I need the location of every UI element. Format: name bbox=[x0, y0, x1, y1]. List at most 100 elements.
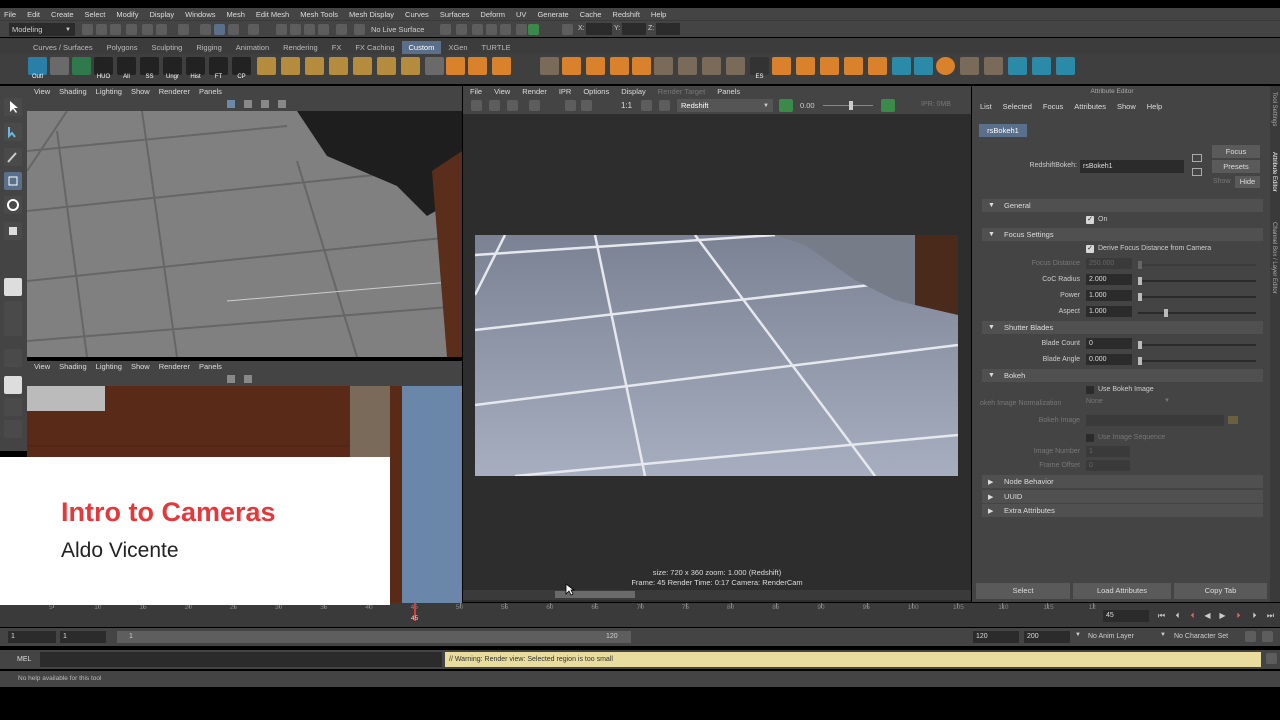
viewport-menu-show[interactable]: Show bbox=[131, 362, 150, 371]
viewport-menu-view[interactable]: View bbox=[34, 362, 50, 371]
shelf-tool-icon[interactable] bbox=[72, 57, 91, 75]
animation-start-field[interactable]: 1 bbox=[8, 631, 56, 643]
section-general[interactable]: ▼ General bbox=[982, 199, 1263, 212]
save-icon[interactable] bbox=[126, 24, 137, 35]
center-pivot-icon[interactable]: CP bbox=[232, 57, 251, 80]
select-tool-icon[interactable] bbox=[4, 98, 22, 116]
slider-knob[interactable] bbox=[1138, 277, 1142, 285]
poly-tool-icon[interactable] bbox=[632, 57, 651, 75]
slider-knob[interactable] bbox=[1138, 357, 1142, 365]
load-attributes-button[interactable]: Load Attributes bbox=[1073, 583, 1171, 599]
render-menu-panels[interactable]: Panels bbox=[717, 87, 740, 96]
script-editor-icon[interactable] bbox=[1266, 653, 1277, 664]
focus-input-icon[interactable] bbox=[1192, 154, 1202, 162]
viewport-tool-icon[interactable] bbox=[227, 375, 235, 383]
snapshot-icon[interactable] bbox=[507, 100, 518, 111]
poly-tool-icon[interactable] bbox=[281, 57, 300, 75]
y-field[interactable] bbox=[622, 23, 646, 35]
menu-item-mesh[interactable]: Mesh bbox=[227, 10, 245, 19]
render-menu-view[interactable]: View bbox=[494, 87, 510, 96]
redshift-icon[interactable] bbox=[516, 24, 527, 35]
poly-tool-icon[interactable] bbox=[610, 57, 629, 75]
shelf-tab-fx[interactable]: FX bbox=[325, 41, 349, 54]
transform-field-icon[interactable] bbox=[562, 24, 573, 35]
freeze-transform-icon[interactable]: FT bbox=[209, 57, 228, 80]
shelf-tab-animation[interactable]: Animation bbox=[229, 41, 276, 54]
viewport-menu-lighting[interactable]: Lighting bbox=[96, 87, 122, 96]
menu-item-uv[interactable]: UV bbox=[516, 10, 526, 19]
select-button[interactable]: Select bbox=[976, 583, 1070, 599]
outliner-icon[interactable]: Outl bbox=[28, 57, 47, 80]
menu-item-curves[interactable]: Curves bbox=[405, 10, 429, 19]
poly-tool-icon[interactable] bbox=[960, 57, 979, 75]
viewport-tool-icon[interactable] bbox=[244, 100, 252, 108]
shelf-tab-rendering[interactable]: Rendering bbox=[276, 41, 325, 54]
side-tab-attribute-editor[interactable]: Attribute Editor bbox=[1271, 152, 1277, 192]
snap-surface-icon[interactable] bbox=[318, 24, 329, 35]
blade-count-field[interactable]: 0 bbox=[1086, 338, 1132, 349]
node-name-field[interactable]: rsBokeh1 bbox=[1080, 160, 1184, 173]
shelf-tab-curves-surfaces[interactable]: Curves / Surfaces bbox=[26, 41, 100, 54]
viewport-menu-view[interactable]: View bbox=[34, 87, 50, 96]
shelf-tab-turtle[interactable]: TURTLE bbox=[475, 41, 518, 54]
paint-tool-icon[interactable] bbox=[4, 148, 22, 166]
exposure-slider[interactable] bbox=[823, 101, 873, 110]
scale-tool-icon[interactable] bbox=[4, 222, 22, 240]
poly-tool-icon[interactable] bbox=[772, 57, 791, 75]
sphere-icon[interactable] bbox=[492, 57, 511, 75]
prefs-icon[interactable] bbox=[1262, 631, 1273, 642]
poly-tool-icon[interactable] bbox=[353, 57, 372, 75]
viewport-menu-panels[interactable]: Panels bbox=[199, 87, 222, 96]
focus-output-icon[interactable] bbox=[1192, 168, 1202, 176]
history-icon[interactable] bbox=[354, 24, 365, 35]
ipr-reset-icon[interactable] bbox=[881, 99, 895, 112]
hide-button[interactable]: Hide bbox=[1235, 176, 1260, 188]
menu-item-cache[interactable]: Cache bbox=[580, 10, 602, 19]
poly-tool-icon[interactable] bbox=[305, 57, 324, 75]
layout-split-icon[interactable] bbox=[4, 318, 22, 336]
section-focus-settings[interactable]: ▼ Focus Settings bbox=[982, 228, 1263, 241]
viewport-tool-icon[interactable] bbox=[278, 100, 286, 108]
side-tab-tool-settings[interactable]: Tool Settings bbox=[1271, 92, 1277, 126]
poly-tool-icon[interactable] bbox=[1032, 57, 1051, 75]
poly-tool-icon[interactable] bbox=[586, 57, 605, 75]
move-tool-icon[interactable] bbox=[4, 172, 22, 190]
exposure-reset-icon[interactable] bbox=[779, 99, 793, 112]
layout-outliner-icon[interactable] bbox=[4, 349, 22, 367]
render-menu-options[interactable]: Options bbox=[583, 87, 609, 96]
menu-item-file[interactable]: File bbox=[4, 10, 16, 19]
play-forward-icon[interactable]: ▶ bbox=[1218, 611, 1227, 620]
poly-tool-icon[interactable] bbox=[678, 57, 697, 75]
render-menu-file[interactable]: File bbox=[470, 87, 482, 96]
render-frame-icon[interactable] bbox=[440, 24, 451, 35]
alpha-icon[interactable] bbox=[581, 100, 592, 111]
animation-end-field[interactable]: 200 bbox=[1024, 631, 1070, 643]
new-scene-icon[interactable] bbox=[82, 24, 93, 35]
menu-item-select[interactable]: Select bbox=[85, 10, 106, 19]
menu-item-modify[interactable]: Modify bbox=[116, 10, 138, 19]
ae-menu-show[interactable]: Show bbox=[1117, 102, 1136, 111]
poly-tool-icon[interactable] bbox=[984, 57, 1003, 75]
undo-icon[interactable] bbox=[142, 24, 153, 35]
ae-menu-selected[interactable]: Selected bbox=[1003, 102, 1032, 111]
poly-tool-icon[interactable] bbox=[936, 57, 955, 75]
blade-count-slider[interactable] bbox=[1138, 341, 1256, 349]
poly-tool-icon[interactable] bbox=[468, 57, 487, 75]
aspect-field[interactable]: 1.000 bbox=[1086, 306, 1132, 317]
magnet-icon[interactable] bbox=[336, 24, 347, 35]
render-settings-icon[interactable] bbox=[486, 24, 497, 35]
poly-tool-icon[interactable] bbox=[914, 57, 933, 75]
select-mode-icon[interactable] bbox=[178, 24, 189, 35]
viewport-menu-renderer[interactable]: Renderer bbox=[159, 362, 190, 371]
step-forward-key-icon[interactable]: ⏵ bbox=[1250, 611, 1259, 620]
redo-render-icon[interactable] bbox=[471, 100, 482, 111]
ipr-icon[interactable] bbox=[472, 24, 483, 35]
redo-icon[interactable] bbox=[156, 24, 167, 35]
poly-tool-icon[interactable] bbox=[377, 57, 396, 75]
side-tab-channel-box[interactable]: Channel Box / Layer Editor bbox=[1271, 222, 1277, 294]
ungroup-icon[interactable]: Ungr bbox=[163, 57, 182, 80]
render-region-icon[interactable] bbox=[489, 100, 500, 111]
playback-end-field[interactable]: 120 bbox=[973, 631, 1019, 643]
on-checkbox[interactable]: ✓ bbox=[1086, 216, 1094, 224]
poly-tool-icon[interactable] bbox=[257, 57, 276, 75]
